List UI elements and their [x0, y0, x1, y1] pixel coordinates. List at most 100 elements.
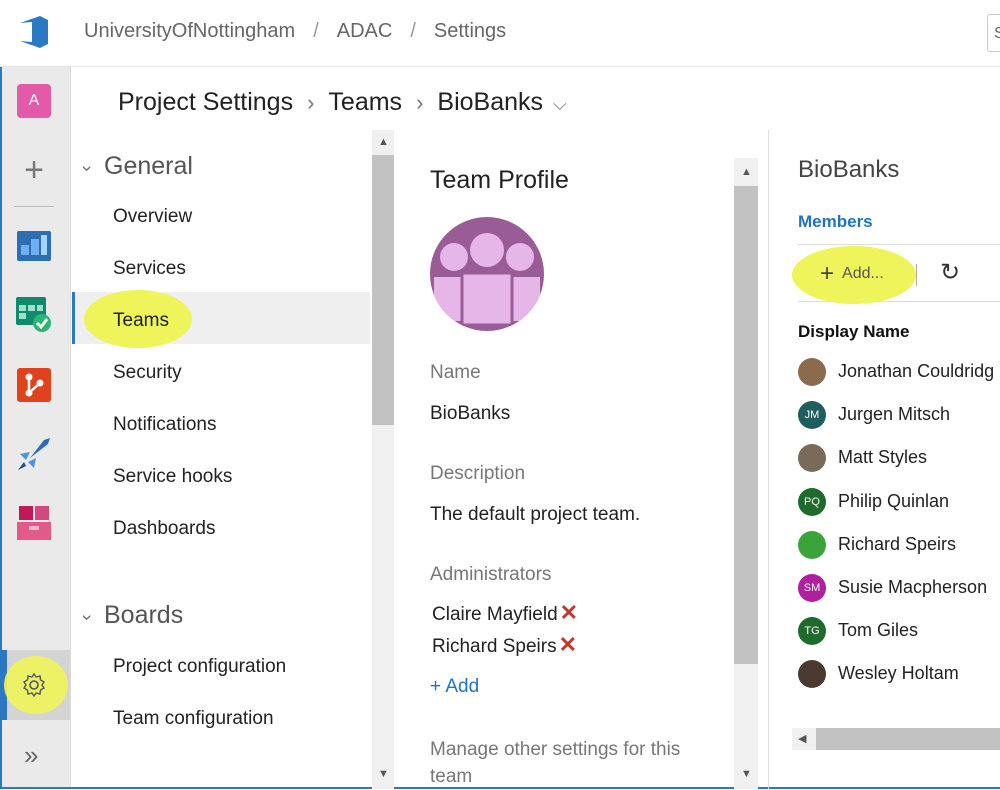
manage-settings-text: Manage other settings for this team: [430, 739, 681, 787]
team-avatar[interactable]: [430, 217, 544, 331]
breadcrumb-settings[interactable]: Settings: [434, 20, 506, 42]
tree-item-project-configuration[interactable]: Project configuration: [113, 656, 286, 678]
repos-icon: [17, 368, 51, 402]
member-name: Jonathan Couldridg: [838, 361, 995, 381]
tree-item-overview[interactable]: Overview: [113, 206, 192, 228]
overview-icon: [17, 231, 51, 261]
administrator-name: Richard Speirs: [432, 636, 557, 657]
team-profile-panel: Team Profile Name BioBanks Description T…: [396, 130, 734, 789]
team-profile-title: Team Profile: [430, 166, 569, 194]
member-name: Jurgen Mitsch: [838, 404, 951, 424]
expand-chevrons-icon[interactable]: »: [24, 740, 38, 771]
top-bar: UniversityOfNottingham / ADAC / Settings S: [0, 0, 1000, 67]
page-title: Project Settings › Teams › BioBanks ⌵: [118, 88, 567, 117]
members-panel: BioBanks Members + Add... ↻ Display Name …: [770, 130, 1000, 789]
artifacts-icon: [17, 506, 51, 540]
azure-devops-logo-icon[interactable]: [18, 14, 52, 50]
avatar: TG: [798, 617, 826, 645]
gear-icon: [23, 672, 45, 698]
tree-item-service-hooks[interactable]: Service hooks: [113, 466, 232, 488]
member-name: Philip Quinlan: [838, 491, 950, 511]
group-label: General: [104, 152, 193, 180]
team-name-value: BioBanks: [430, 403, 511, 424]
members-horizontal-scrollbar[interactable]: ◀: [792, 728, 1000, 750]
team-members-icon: [434, 233, 540, 327]
group-label: Boards: [104, 601, 184, 629]
member-name: Tom Giles: [838, 620, 919, 640]
breadcrumb-organization[interactable]: UniversityOfNottingham: [84, 20, 295, 42]
administrator-item: Richard Speirs✕: [432, 632, 577, 658]
avatar: SM: [798, 574, 826, 602]
project-avatar[interactable]: A: [14, 81, 54, 121]
settings-tree: › General Overview Services Teams Securit…: [72, 130, 372, 789]
plus-icon: +: [820, 260, 835, 287]
tree-item-notifications[interactable]: Notifications: [113, 414, 217, 436]
add-administrator-link[interactable]: + Add: [430, 676, 479, 698]
avatar: A: [17, 84, 51, 118]
pipelines-icon: [18, 438, 50, 470]
administrator-name: Claire Mayfield: [432, 604, 558, 625]
panel-divider: [768, 130, 769, 789]
description-label: Description: [430, 463, 526, 484]
members-panel-title: BioBanks: [798, 156, 900, 183]
scrollbar-thumb[interactable]: [734, 186, 758, 664]
heading-teams[interactable]: Teams: [328, 88, 402, 116]
toolbar-separator: [916, 264, 917, 286]
group-boards[interactable]: › Boards: [78, 601, 184, 630]
nav-overview[interactable]: [14, 226, 54, 266]
scroll-down-icon[interactable]: ▼: [378, 768, 389, 780]
tab-members[interactable]: Members: [798, 212, 873, 232]
breadcrumb-project[interactable]: ADAC: [337, 20, 393, 42]
avatar: [798, 444, 826, 472]
tree-item-team-configuration[interactable]: Team configuration: [113, 708, 274, 730]
column-header-display-name[interactable]: Display Name: [798, 322, 910, 342]
tree-scrollbar[interactable]: ▲ ▼: [372, 130, 394, 789]
member-name: Richard Speirs: [838, 534, 957, 554]
heading-project-settings[interactable]: Project Settings: [118, 88, 293, 116]
search-input[interactable]: S: [987, 14, 1000, 52]
scrollbar-thumb[interactable]: [816, 728, 1000, 750]
scroll-left-icon[interactable]: ◀: [798, 732, 806, 745]
member-name: Susie Macpherson: [838, 577, 988, 597]
member-name: Wesley Holtam: [838, 663, 959, 683]
new-button[interactable]: +: [14, 150, 54, 190]
scrollbar-thumb[interactable]: [372, 155, 394, 425]
chevron-down-icon: ›: [77, 165, 98, 172]
add-member-label: Add...: [842, 265, 884, 282]
project-settings-button[interactable]: [14, 665, 54, 705]
tree-item-dashboards[interactable]: Dashboards: [113, 518, 215, 540]
tree-item-security[interactable]: Security: [113, 362, 182, 384]
nav-artifacts[interactable]: [14, 503, 54, 543]
group-general[interactable]: › General: [78, 152, 193, 181]
scroll-up-icon[interactable]: ▲: [741, 166, 752, 178]
administrator-item: Claire Mayfield✕: [432, 600, 578, 626]
profile-scrollbar[interactable]: ▲ ▼: [734, 158, 758, 789]
nav-repos[interactable]: [14, 365, 54, 405]
team-description-value: The default project team.: [430, 504, 641, 525]
avatar: [798, 660, 826, 688]
chevron-right-icon: ›: [307, 90, 315, 115]
chevron-down-icon: ›: [77, 614, 98, 621]
refresh-icon[interactable]: ↻: [940, 258, 960, 287]
boards-icon: [16, 297, 51, 332]
nav-pipelines[interactable]: [14, 434, 54, 474]
breadcrumb: UniversityOfNottingham / ADAC / Settings: [84, 20, 507, 42]
nav-boards[interactable]: [14, 295, 54, 335]
chevron-right-icon: ›: [416, 90, 424, 115]
nav-divider: [14, 206, 54, 207]
tree-item-services[interactable]: Services: [113, 258, 186, 280]
member-name: Matt Styles: [838, 447, 928, 467]
avatar: JM: [798, 401, 826, 429]
scroll-down-icon[interactable]: ▼: [741, 768, 752, 780]
plus-icon: +: [24, 151, 44, 189]
administrators-label: Administrators: [430, 564, 552, 585]
remove-administrator-icon[interactable]: ✕: [559, 632, 577, 657]
team-selector[interactable]: BioBanks: [437, 88, 543, 116]
scroll-up-icon[interactable]: ▲: [378, 136, 389, 148]
name-label: Name: [430, 362, 481, 383]
tree-item-teams[interactable]: Teams: [113, 310, 169, 332]
chevron-down-icon[interactable]: ⌵: [553, 94, 567, 114]
remove-administrator-icon[interactable]: ✕: [560, 600, 578, 625]
avatar: PQ: [798, 488, 826, 516]
add-member-button[interactable]: + Add...: [820, 260, 884, 288]
